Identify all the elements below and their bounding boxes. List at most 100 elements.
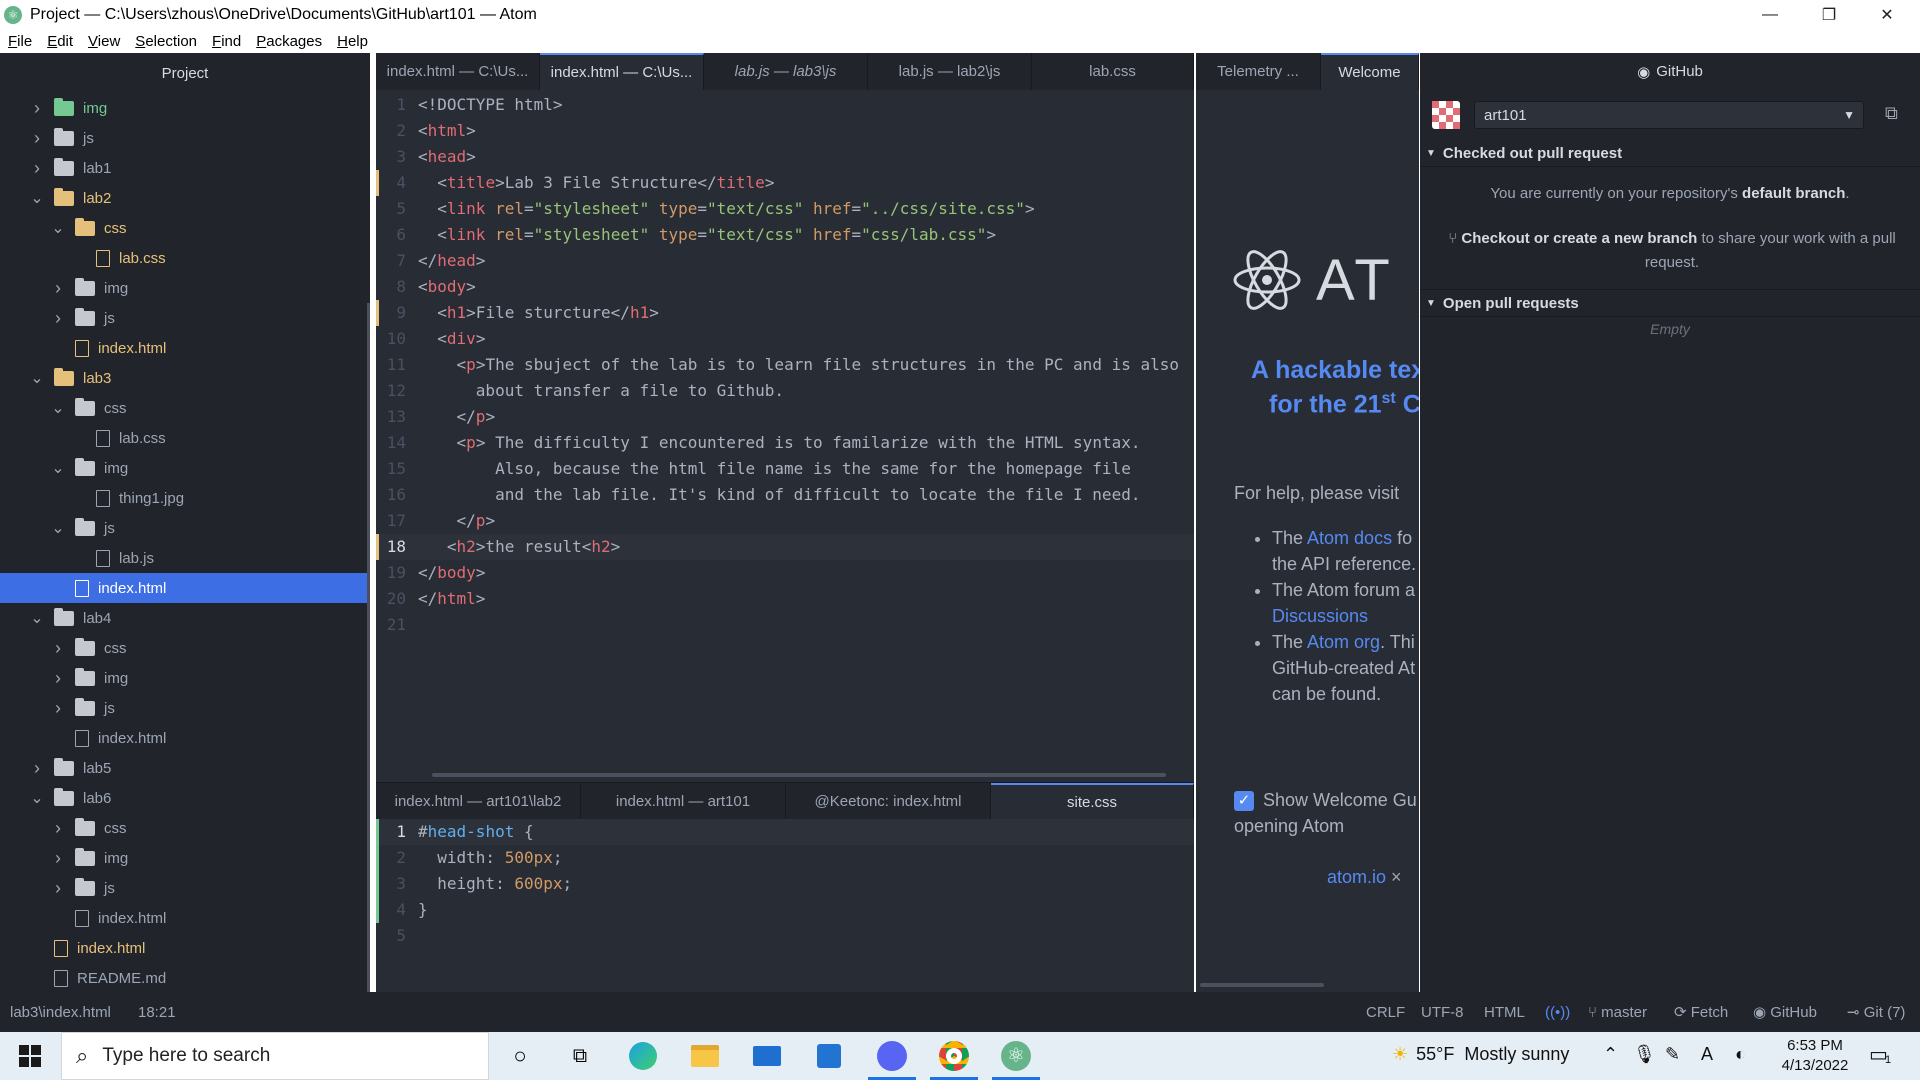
clock[interactable]: 6:53 PM 4/13/2022: [1769, 1036, 1861, 1076]
welcome-footer: atom.io ×: [1327, 867, 1402, 888]
status-git[interactable]: ⊸ Git (7): [1847, 1003, 1905, 1021]
status-branch[interactable]: ⑂ master: [1588, 1004, 1647, 1021]
discussions-link[interactable]: Discussions: [1272, 606, 1368, 626]
status-cursor[interactable]: 18:21: [138, 1004, 176, 1021]
chrome-icon[interactable]: [934, 1036, 974, 1076]
open-repo-icon[interactable]: ⧉: [1885, 103, 1898, 124]
edge-icon[interactable]: [623, 1036, 663, 1076]
checkout-branch-link[interactable]: Checkout or create a new branch: [1461, 230, 1697, 247]
tree-item-img[interactable]: › img: [0, 843, 370, 873]
windows-start-icon[interactable]: [10, 1036, 50, 1076]
menu-help[interactable]: Help: [337, 33, 368, 50]
menu-view[interactable]: View: [88, 33, 120, 50]
tab-0[interactable]: index.html — C:\Us...: [376, 53, 540, 90]
minimize-button[interactable]: —: [1741, 0, 1799, 29]
tree-scrollbar[interactable]: [367, 303, 370, 1043]
tree-item-css[interactable]: ⌄ css: [0, 213, 370, 243]
tree-item-img[interactable]: › img: [0, 93, 370, 123]
tab-3[interactable]: lab.js — lab2\js: [868, 53, 1032, 90]
line-text: <link rel="stylesheet" type="text/css" h…: [418, 222, 996, 248]
weather-widget[interactable]: ☀ 55°F Mostly sunny: [1392, 1044, 1569, 1065]
volume-icon[interactable]: ◐: [1735, 1044, 1746, 1065]
tree-item-lab-js[interactable]: lab.js: [0, 543, 370, 573]
microphone-icon[interactable]: 🎙: [1633, 1044, 1656, 1065]
tree-item-js[interactable]: › js: [0, 873, 370, 903]
broadcast-icon[interactable]: ((•)): [1545, 1004, 1570, 1021]
horizontal-scrollbar[interactable]: [432, 773, 1166, 777]
show-welcome-checkbox[interactable]: ✓: [1234, 791, 1254, 811]
tree-item-img[interactable]: ⌄ img: [0, 453, 370, 483]
notification-icon[interactable]: ▭ 1: [1869, 1042, 1891, 1067]
tree-item-js[interactable]: › js: [0, 693, 370, 723]
tree-item-img[interactable]: › img: [0, 273, 370, 303]
section-checked-out[interactable]: ▼ Checked out pull request: [1420, 141, 1920, 167]
atom-docs-link[interactable]: Atom docs: [1307, 528, 1392, 548]
tab-2[interactable]: lab.js — lab3\js: [704, 53, 868, 90]
status-file-path[interactable]: lab3\index.html: [10, 1004, 111, 1021]
tab-0[interactable]: index.html — art101\lab2: [376, 783, 581, 820]
atom-taskbar-icon[interactable]: ⚛: [996, 1036, 1036, 1076]
token: rel: [495, 199, 524, 218]
tab-3[interactable]: site.css: [991, 783, 1194, 820]
input-language[interactable]: A: [1701, 1044, 1713, 1065]
menu-edit[interactable]: Edit: [47, 33, 73, 50]
tree-item-css[interactable]: › css: [0, 813, 370, 843]
status-eol[interactable]: CRLF: [1366, 1004, 1405, 1021]
tree-item-img[interactable]: › img: [0, 663, 370, 693]
menu-selection[interactable]: Selection: [135, 33, 197, 50]
tree-item-index-html[interactable]: index.html: [0, 573, 370, 603]
tree-item-lab-css[interactable]: lab.css: [0, 243, 370, 273]
welcome-scrollbar[interactable]: [1200, 983, 1324, 987]
task-view-icon[interactable]: ⧉: [560, 1036, 600, 1076]
code-area-bottom[interactable]: 1 #head-shot {2 width: 500px; 3 height: 60…: [376, 819, 1194, 949]
token: width:: [418, 848, 505, 867]
tree-item-index-html[interactable]: index.html: [0, 903, 370, 933]
tree-item-lab6[interactable]: ⌄ lab6: [0, 783, 370, 813]
tree-item-css[interactable]: ⌄ css: [0, 393, 370, 423]
tree-item-lab1[interactable]: › lab1: [0, 153, 370, 183]
tree-item-lab5[interactable]: › lab5: [0, 753, 370, 783]
tab-1[interactable]: index.html — art101: [581, 783, 786, 820]
discord-icon[interactable]: [872, 1036, 912, 1076]
tab-2[interactable]: @Keetonc: index.html: [786, 783, 991, 820]
tab-1[interactable]: Welcome: [1321, 53, 1419, 90]
chevron-up-icon[interactable]: ⌃: [1603, 1044, 1618, 1065]
menu-file[interactable]: File: [8, 33, 32, 50]
cortana-icon[interactable]: ○: [500, 1036, 540, 1076]
status-fetch[interactable]: ⟳ Fetch: [1674, 1003, 1728, 1021]
file-explorer-icon[interactable]: [685, 1036, 725, 1076]
pen-icon[interactable]: ✎: [1665, 1044, 1680, 1065]
taskbar-search-box[interactable]: ⌕ Type here to search: [61, 1032, 489, 1080]
tree-item-js[interactable]: ⌄ js: [0, 513, 370, 543]
tree-item-lab-css[interactable]: lab.css: [0, 423, 370, 453]
menu-find[interactable]: Find: [212, 33, 241, 50]
tree-item-index-html[interactable]: index.html: [0, 333, 370, 363]
atom-io-link[interactable]: atom.io: [1327, 867, 1386, 887]
tree-item-lab4[interactable]: ⌄ lab4: [0, 603, 370, 633]
close-button[interactable]: ✕: [1858, 0, 1916, 29]
tree-item-css[interactable]: › css: [0, 633, 370, 663]
tree-item-thing1-jpg[interactable]: thing1.jpg: [0, 483, 370, 513]
section-open-prs[interactable]: ▼ Open pull requests: [1420, 289, 1920, 317]
tree-item-index-html[interactable]: index.html: [0, 723, 370, 753]
tree-item-index-html[interactable]: index.html: [0, 933, 370, 963]
tab-0[interactable]: Telemetry ...: [1196, 53, 1321, 90]
tree-item-js[interactable]: › js: [0, 123, 370, 153]
repo-select[interactable]: art101 ▼: [1474, 101, 1864, 129]
tab-4[interactable]: lab.css: [1032, 53, 1194, 90]
atom-org-link[interactable]: Atom org: [1307, 632, 1380, 652]
menu-packages[interactable]: Packages: [256, 33, 322, 50]
tab-1[interactable]: index.html — C:\Us...: [540, 53, 704, 90]
tree-item-js[interactable]: › js: [0, 303, 370, 333]
mail-icon[interactable]: [747, 1036, 787, 1076]
store-icon[interactable]: [809, 1036, 849, 1076]
code-area-top[interactable]: 1 <!DOCTYPE html> 2 <html> 3 <head> 4 <title>L…: [376, 92, 1194, 638]
status-encoding[interactable]: UTF-8: [1421, 1004, 1464, 1021]
tree-item-lab3[interactable]: ⌄ lab3: [0, 363, 370, 393]
tree-item-lab2[interactable]: ⌄ lab2: [0, 183, 370, 213]
restore-button[interactable]: ❐: [1800, 0, 1858, 29]
token: "../css/site.css": [861, 199, 1025, 218]
status-grammar[interactable]: HTML: [1484, 1004, 1525, 1021]
status-github[interactable]: ◉ GitHub: [1753, 1003, 1817, 1021]
tree-item-readme-md[interactable]: README.md: [0, 963, 370, 993]
